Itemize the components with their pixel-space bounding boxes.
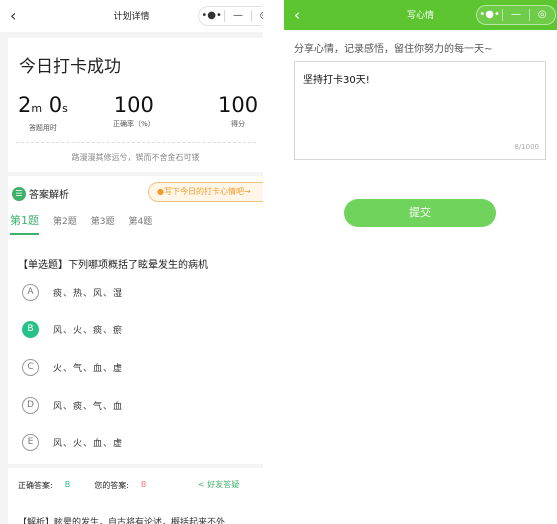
- more-icon[interactable]: •●•: [199, 7, 224, 25]
- accuracy-label: 正确率（%）: [113, 120, 155, 128]
- score-label: 得分: [231, 120, 246, 128]
- mood-prompt: 分享心情，记录感悟，留住你努力的每一天~: [294, 44, 493, 55]
- analysis-text: 【解析】眩晕的发生，自古将有论述，概括起来不外: [18, 518, 226, 524]
- app-screens: ‹ 计划详情 •●• — ◎ 今日打卡成功 2m 0s 答题用时 100 正确率…: [0, 0, 557, 524]
- answer-analysis-card: ☰ 答案解析 ●写下今日的打卡心情吧→ 第1题 第2题 第3题 第4题 【单选题…: [8, 176, 263, 464]
- plan-detail-screen: ‹ 计划详情 •●• — ◎ 今日打卡成功 2m 0s 答题用时 100 正确率…: [0, 0, 263, 524]
- tab-question-2[interactable]: 第2题: [53, 214, 77, 235]
- option-text: 风、火、血、虚: [53, 439, 124, 449]
- analysis-icon: ☰: [12, 186, 26, 201]
- option-letter: C: [22, 359, 39, 376]
- minutes-value: 2: [18, 93, 32, 117]
- option-text: 风、痰、气、血: [53, 402, 124, 412]
- option-letter: B: [22, 321, 39, 338]
- accuracy-stat: 100 正确率（%）: [113, 92, 155, 129]
- option-a[interactable]: A 痰、热、风、湿: [22, 284, 123, 301]
- mood-text-value: 坚持打卡30天!: [303, 75, 370, 86]
- motto-quote: 路漫漫其修远兮，锲而不舍金石可镂: [71, 153, 200, 162]
- close-icon[interactable]: ◎: [530, 6, 555, 24]
- friend-help-label: 好友答疑: [207, 480, 240, 489]
- mini-program-capsule: •●• — ◎: [198, 6, 263, 26]
- option-text: 痰、热、风、湿: [53, 289, 124, 299]
- minimize-icon[interactable]: —: [225, 7, 250, 25]
- analysis-section-title: ☰ 答案解析: [12, 186, 69, 201]
- score-value: 100: [218, 93, 259, 117]
- correct-answer-value: B: [64, 480, 71, 489]
- time-value: 2m 0s: [18, 92, 68, 122]
- option-b[interactable]: B 风、火、痰、瘀: [22, 321, 123, 338]
- minimize-icon[interactable]: —: [503, 6, 528, 24]
- your-answer-value: B: [140, 480, 147, 489]
- question-text: 【单选题】下列哪项概括了眩晕发生的病机: [18, 260, 208, 271]
- answer-comparison: 正确答案: B 您的答案: B: [18, 480, 146, 491]
- tab-question-4[interactable]: 第4题: [128, 214, 152, 235]
- seconds-value: 0: [48, 93, 63, 117]
- write-mood-button[interactable]: ●写下今日的打卡心情吧→: [148, 182, 263, 202]
- checkin-summary-card: 今日打卡成功 2m 0s 答题用时 100 正确率（%） 100 得分 路漫漫其…: [8, 38, 263, 172]
- option-text: 风、火、痰、瘀: [53, 326, 124, 336]
- divider: [16, 142, 256, 143]
- minutes-unit: m: [31, 102, 43, 115]
- option-d[interactable]: D 风、痰、气、血: [22, 397, 123, 414]
- close-icon[interactable]: ◎: [252, 7, 263, 25]
- time-stat: 2m 0s 答题用时: [18, 92, 68, 133]
- analysis-title: 答案解析: [29, 190, 69, 201]
- time-label: 答题用时: [28, 124, 57, 132]
- write-mood-screen: ‹ 写心情 •●• — ◎ 分享心情，记录感悟，留住你努力的每一天~ 坚持打卡3…: [284, 0, 557, 524]
- mini-program-capsule: •●• — ◎: [476, 5, 556, 25]
- accuracy-value: 100: [113, 93, 154, 117]
- your-answer-label: 您的答案:: [94, 481, 129, 490]
- correct-answer-label: 正确答案:: [18, 481, 53, 490]
- option-c[interactable]: C 火、气、血、虚: [22, 359, 123, 376]
- answer-result-card: 正确答案: B 您的答案: B < 好友答疑 【解析】眩晕的发生，自古将有论述，…: [8, 468, 263, 524]
- option-letter: E: [22, 434, 39, 451]
- tab-question-1[interactable]: 第1题: [10, 212, 39, 235]
- tab-question-3[interactable]: 第3题: [91, 214, 115, 235]
- seconds-unit: s: [62, 102, 68, 115]
- friend-help-button[interactable]: < 好友答疑: [198, 479, 239, 490]
- option-e[interactable]: E 风、火、血、虚: [22, 434, 123, 451]
- option-letter: D: [22, 397, 39, 414]
- option-letter: A: [22, 284, 39, 301]
- more-icon[interactable]: •●•: [477, 6, 502, 24]
- nav-bar: ‹ 写心情 •●• — ◎: [284, 0, 557, 30]
- checkin-success-heading: 今日打卡成功: [19, 57, 121, 77]
- mood-textarea[interactable]: 坚持打卡30天! 8/1000: [294, 61, 546, 160]
- submit-button[interactable]: 提交: [344, 199, 496, 227]
- score-stat: 100 得分: [218, 92, 258, 129]
- question-tabs: 第1题 第2题 第3题 第4题: [10, 214, 166, 235]
- nav-bar: ‹ 计划详情 •●• — ◎: [0, 0, 263, 32]
- char-counter: 8/1000: [514, 143, 539, 151]
- option-text: 火、气、血、虚: [53, 364, 124, 374]
- share-icon: <: [198, 480, 205, 489]
